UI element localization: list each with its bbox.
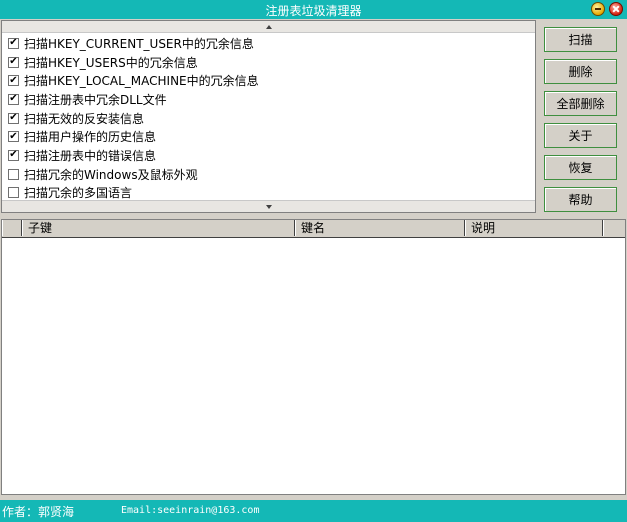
restore-button[interactable]: 恢复 (544, 155, 617, 180)
option-label: 扫描冗余的Windows及鼠标外观 (24, 167, 198, 182)
option-label: 扫描冗余的多国语言 (24, 186, 133, 201)
checkbox[interactable]: ✔ (8, 168, 19, 180)
author-text: 作者：郭贤海 (2, 505, 75, 519)
scan-button[interactable]: 扫描 (544, 27, 617, 52)
option-history[interactable]: ✔ 扫描用户操作的历史信息 (8, 127, 259, 146)
checkmark-icon: ✔ (9, 130, 18, 142)
checkbox[interactable]: ✔ (8, 130, 19, 143)
header-description[interactable]: 说明 (465, 220, 603, 236)
option-local-machine[interactable]: ✔ 扫描HKEY_LOCAL_MACHINE中的冗余信息 (8, 71, 259, 90)
arrow-up-icon (265, 24, 272, 29)
checkmark-icon: ✔ (9, 37, 18, 49)
checkbox[interactable]: ✔ (8, 37, 19, 49)
status-bar: 作者：郭贤海 Email:seeinrain@163.com (0, 500, 627, 522)
email-text: Email:seeinrain@163.com (121, 505, 260, 516)
option-label: 扫描用户操作的历史信息 (24, 130, 157, 145)
delete-all-button[interactable]: 全部删除 (544, 91, 617, 116)
checkbox[interactable]: ✔ (8, 74, 19, 87)
header-subkey[interactable]: 子键 (22, 220, 295, 236)
option-label: 扫描注册表中的错误信息 (24, 148, 157, 163)
scan-options-list: ✔ 扫描HKEY_CURRENT_USER中的冗余信息 ✔ 扫描HKEY_USE… (1, 20, 536, 213)
results-table[interactable]: 子键 键名 说明 (1, 219, 626, 495)
close-icon[interactable] (609, 2, 623, 16)
header-select-column[interactable] (2, 220, 22, 236)
option-label: 扫描HKEY_USERS中的冗余信息 (24, 55, 198, 70)
option-users[interactable]: ✔ 扫描HKEY_USERS中的冗余信息 (8, 53, 259, 72)
checkmark-icon: ✔ (9, 149, 18, 161)
arrow-down-icon (265, 204, 272, 209)
scroll-up-button[interactable] (2, 21, 535, 33)
checkmark-icon: ✔ (9, 56, 18, 68)
header-key-name[interactable]: 键名 (295, 220, 465, 236)
option-appearance[interactable]: ✔ 扫描冗余的Windows及鼠标外观 (8, 165, 259, 184)
window-title: 注册表垃圾清理器 (265, 4, 362, 18)
delete-button[interactable]: 删除 (544, 59, 617, 84)
scroll-down-button[interactable] (2, 200, 535, 212)
checkmark-icon: ✔ (9, 93, 18, 105)
checkbox[interactable]: ✔ (8, 93, 19, 105)
option-label: 扫描HKEY_LOCAL_MACHINE中的冗余信息 (24, 74, 259, 89)
checkbox[interactable]: ✔ (8, 187, 19, 199)
title-bar: 注册表垃圾清理器 (0, 0, 627, 19)
option-dll[interactable]: ✔ 扫描注册表中冗余DLL文件 (8, 90, 259, 109)
minimize-icon[interactable] (591, 2, 605, 16)
checkbox[interactable]: ✔ (8, 112, 19, 124)
about-button[interactable]: 关于 (544, 123, 617, 148)
option-errors[interactable]: ✔ 扫描注册表中的错误信息 (8, 146, 259, 165)
checkbox[interactable]: ✔ (8, 56, 19, 68)
option-label: 扫描无效的反安装信息 (24, 111, 145, 126)
option-label: 扫描注册表中冗余DLL文件 (24, 92, 167, 107)
checkmark-icon: ✔ (9, 74, 18, 86)
option-uninstall[interactable]: ✔ 扫描无效的反安装信息 (8, 109, 259, 128)
option-label: 扫描HKEY_CURRENT_USER中的冗余信息 (24, 36, 254, 51)
header-filler (603, 220, 625, 236)
checkbox[interactable]: ✔ (8, 149, 19, 161)
table-header: 子键 键名 说明 (2, 220, 625, 238)
help-button[interactable]: 帮助 (544, 187, 617, 212)
checkmark-icon: ✔ (9, 112, 18, 124)
option-current-user[interactable]: ✔ 扫描HKEY_CURRENT_USER中的冗余信息 (8, 34, 259, 53)
